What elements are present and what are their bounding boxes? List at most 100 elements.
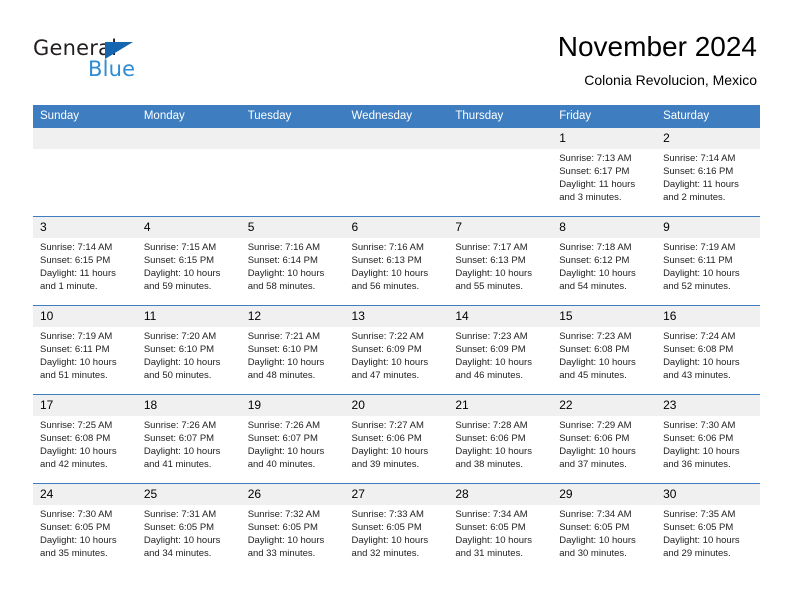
calendar-cell-day[interactable]: 19 Sunrise: 7:26 AM Sunset: 6:07 PM Dayl…	[240, 394, 345, 484]
day-number: 17	[33, 395, 137, 416]
day-number: 1	[552, 128, 657, 149]
calendar-body: 1 Sunrise: 7:13 AM Sunset: 6:17 PM Dayli…	[33, 127, 760, 573]
day-number: 26	[240, 484, 345, 505]
sunrise-text: Sunrise: 7:16 AM	[247, 242, 321, 253]
calendar-cell-empty	[240, 127, 345, 217]
sunrise-text: Sunrise: 7:32 AM	[247, 509, 321, 520]
daylight-text-line1: Daylight: 10 hours	[559, 535, 636, 547]
sunrise-text: Sunrise: 7:23 AM	[455, 331, 528, 342]
calendar-cell-day[interactable]: 15 Sunrise: 7:23 AM Sunset: 6:08 PM Dayl…	[552, 305, 657, 395]
brand-logo[interactable]: General Blue	[33, 36, 273, 84]
calendar-cell-day[interactable]: 24 Sunrise: 7:30 AM Sunset: 6:05 PM Dayl…	[33, 483, 137, 573]
sunrise-text: Sunrise: 7:19 AM	[40, 331, 113, 342]
weekday-header-saturday: Saturday	[656, 105, 760, 128]
calendar-cell-day[interactable]: 12 Sunrise: 7:21 AM Sunset: 6:10 PM Dayl…	[240, 305, 345, 395]
calendar-cell-day[interactable]: 8 Sunrise: 7:18 AM Sunset: 6:12 PM Dayli…	[552, 216, 657, 306]
day-details: Sunrise: 7:16 AM Sunset: 6:13 PM Dayligh…	[345, 238, 449, 293]
sunrise-text: Sunrise: 7:26 AM	[247, 420, 321, 431]
sunrise-text: Sunrise: 7:18 AM	[559, 242, 632, 253]
daylight-text-line1: Daylight: 10 hours	[455, 535, 532, 547]
daylight-text-line2: and 54 minutes.	[559, 281, 627, 293]
sunset-text: Sunset: 6:06 PM	[663, 433, 734, 445]
calendar-cell-day[interactable]: 18 Sunrise: 7:26 AM Sunset: 6:07 PM Dayl…	[136, 394, 241, 484]
sunrise-text: Sunrise: 7:34 AM	[559, 509, 632, 520]
daylight-text-line2: and 34 minutes.	[143, 548, 212, 560]
calendar-cell-day[interactable]: 9 Sunrise: 7:19 AM Sunset: 6:11 PM Dayli…	[656, 216, 760, 306]
sunset-text: Sunset: 6:15 PM	[40, 255, 111, 267]
calendar-page: General Blue November 2024 Colonia Revol…	[0, 0, 792, 612]
daylight-text-line2: and 36 minutes.	[663, 459, 731, 471]
sunset-text: Sunset: 6:11 PM	[663, 255, 733, 267]
sunrise-text: Sunrise: 7:14 AM	[663, 153, 736, 164]
calendar-cell-day[interactable]: 6 Sunrise: 7:16 AM Sunset: 6:13 PM Dayli…	[344, 216, 449, 306]
calendar-cell-day[interactable]: 7 Sunrise: 7:17 AM Sunset: 6:13 PM Dayli…	[448, 216, 553, 306]
calendar-week-row: 17 Sunrise: 7:25 AM Sunset: 6:08 PM Dayl…	[33, 394, 760, 484]
sunrise-text: Sunrise: 7:34 AM	[455, 509, 528, 520]
daylight-text-line2: and 46 minutes.	[455, 370, 523, 382]
calendar-cell-day[interactable]: 30 Sunrise: 7:35 AM Sunset: 6:05 PM Dayl…	[656, 483, 760, 573]
sunrise-text: Sunrise: 7:31 AM	[143, 509, 217, 520]
sunset-text: Sunset: 6:08 PM	[663, 344, 734, 356]
day-details: Sunrise: 7:19 AM Sunset: 6:11 PM Dayligh…	[656, 238, 760, 293]
calendar-cell-day[interactable]: 27 Sunrise: 7:33 AM Sunset: 6:05 PM Dayl…	[344, 483, 449, 573]
calendar-cell-day[interactable]: 20 Sunrise: 7:27 AM Sunset: 6:06 PM Dayl…	[344, 394, 449, 484]
daylight-text-line2: and 41 minutes.	[143, 459, 212, 471]
daylight-text-line2: and 39 minutes.	[351, 459, 420, 471]
calendar-week-row: 1 Sunrise: 7:13 AM Sunset: 6:17 PM Dayli…	[33, 127, 760, 217]
sunrise-text: Sunrise: 7:26 AM	[143, 420, 217, 431]
calendar-cell-day[interactable]: 4 Sunrise: 7:15 AM Sunset: 6:15 PM Dayli…	[136, 216, 241, 306]
calendar-cell-day[interactable]: 16 Sunrise: 7:24 AM Sunset: 6:08 PM Dayl…	[656, 305, 760, 395]
daylight-text-line2: and 29 minutes.	[663, 548, 731, 560]
calendar-cell-day[interactable]: 26 Sunrise: 7:32 AM Sunset: 6:05 PM Dayl…	[240, 483, 345, 573]
day-details: Sunrise: 7:24 AM Sunset: 6:08 PM Dayligh…	[656, 327, 760, 382]
sunrise-text: Sunrise: 7:15 AM	[143, 242, 217, 253]
page-header: General Blue November 2024 Colonia Revol…	[0, 0, 792, 104]
sunrise-text: Sunrise: 7:28 AM	[455, 420, 528, 431]
calendar-cell-day[interactable]: 28 Sunrise: 7:34 AM Sunset: 6:05 PM Dayl…	[448, 483, 553, 573]
calendar-cell-day[interactable]: 17 Sunrise: 7:25 AM Sunset: 6:08 PM Dayl…	[33, 394, 137, 484]
sunset-text: Sunset: 6:05 PM	[559, 522, 630, 534]
day-number: 5	[240, 217, 345, 238]
daylight-text-line1: Daylight: 10 hours	[351, 357, 429, 369]
day-details: Sunrise: 7:19 AM Sunset: 6:11 PM Dayligh…	[33, 327, 137, 382]
day-number	[344, 128, 449, 149]
calendar-cell-day[interactable]: 29 Sunrise: 7:34 AM Sunset: 6:05 PM Dayl…	[552, 483, 657, 573]
calendar-cell-day[interactable]: 25 Sunrise: 7:31 AM Sunset: 6:05 PM Dayl…	[136, 483, 241, 573]
calendar-cell-day[interactable]: 1 Sunrise: 7:13 AM Sunset: 6:17 PM Dayli…	[552, 127, 657, 217]
calendar-cell-day[interactable]: 14 Sunrise: 7:23 AM Sunset: 6:09 PM Dayl…	[448, 305, 553, 395]
sunrise-text: Sunrise: 7:23 AM	[559, 331, 632, 342]
sunset-text: Sunset: 6:07 PM	[247, 433, 318, 445]
daylight-text-line1: Daylight: 10 hours	[40, 357, 117, 369]
daylight-text-line1: Daylight: 11 hours	[559, 179, 636, 191]
calendar-cell-day[interactable]: 23 Sunrise: 7:30 AM Sunset: 6:06 PM Dayl…	[656, 394, 760, 484]
sunrise-text: Sunrise: 7:33 AM	[351, 509, 424, 520]
calendar-cell-day[interactable]: 5 Sunrise: 7:16 AM Sunset: 6:14 PM Dayli…	[240, 216, 345, 306]
calendar-cell-day[interactable]: 11 Sunrise: 7:20 AM Sunset: 6:10 PM Dayl…	[136, 305, 241, 395]
daylight-text-line1: Daylight: 10 hours	[351, 268, 429, 280]
day-number: 8	[552, 217, 657, 238]
sunset-text: Sunset: 6:09 PM	[455, 344, 526, 356]
day-details: Sunrise: 7:15 AM Sunset: 6:15 PM Dayligh…	[137, 238, 241, 293]
calendar-cell-day[interactable]: 2 Sunrise: 7:14 AM Sunset: 6:16 PM Dayli…	[656, 127, 760, 217]
daylight-text-line1: Daylight: 10 hours	[247, 268, 325, 280]
daylight-text-line2: and 45 minutes.	[559, 370, 627, 382]
sunset-text: Sunset: 6:13 PM	[351, 255, 422, 267]
day-details: Sunrise: 7:13 AM Sunset: 6:17 PM Dayligh…	[552, 149, 656, 204]
day-details: Sunrise: 7:16 AM Sunset: 6:14 PM Dayligh…	[241, 238, 345, 293]
daylight-text-line2: and 59 minutes.	[143, 281, 212, 293]
daylight-text-line1: Daylight: 10 hours	[663, 357, 740, 369]
sunrise-text: Sunrise: 7:27 AM	[351, 420, 424, 431]
daylight-text-line2: and 1 minute.	[40, 281, 98, 293]
sunset-text: Sunset: 6:16 PM	[663, 166, 734, 178]
calendar-cell-day[interactable]: 10 Sunrise: 7:19 AM Sunset: 6:11 PM Dayl…	[33, 305, 137, 395]
calendar-cell-day[interactable]: 21 Sunrise: 7:28 AM Sunset: 6:06 PM Dayl…	[448, 394, 553, 484]
day-number: 10	[33, 306, 137, 327]
daylight-text-line2: and 33 minutes.	[247, 548, 316, 560]
calendar-cell-day[interactable]: 3 Sunrise: 7:14 AM Sunset: 6:15 PM Dayli…	[33, 216, 137, 306]
day-details: Sunrise: 7:29 AM Sunset: 6:06 PM Dayligh…	[552, 416, 656, 471]
calendar-cell-day[interactable]: 13 Sunrise: 7:22 AM Sunset: 6:09 PM Dayl…	[344, 305, 449, 395]
calendar-cell-day[interactable]: 22 Sunrise: 7:29 AM Sunset: 6:06 PM Dayl…	[552, 394, 657, 484]
daylight-text-line1: Daylight: 10 hours	[351, 535, 429, 547]
day-number: 24	[33, 484, 137, 505]
day-number: 28	[448, 484, 553, 505]
